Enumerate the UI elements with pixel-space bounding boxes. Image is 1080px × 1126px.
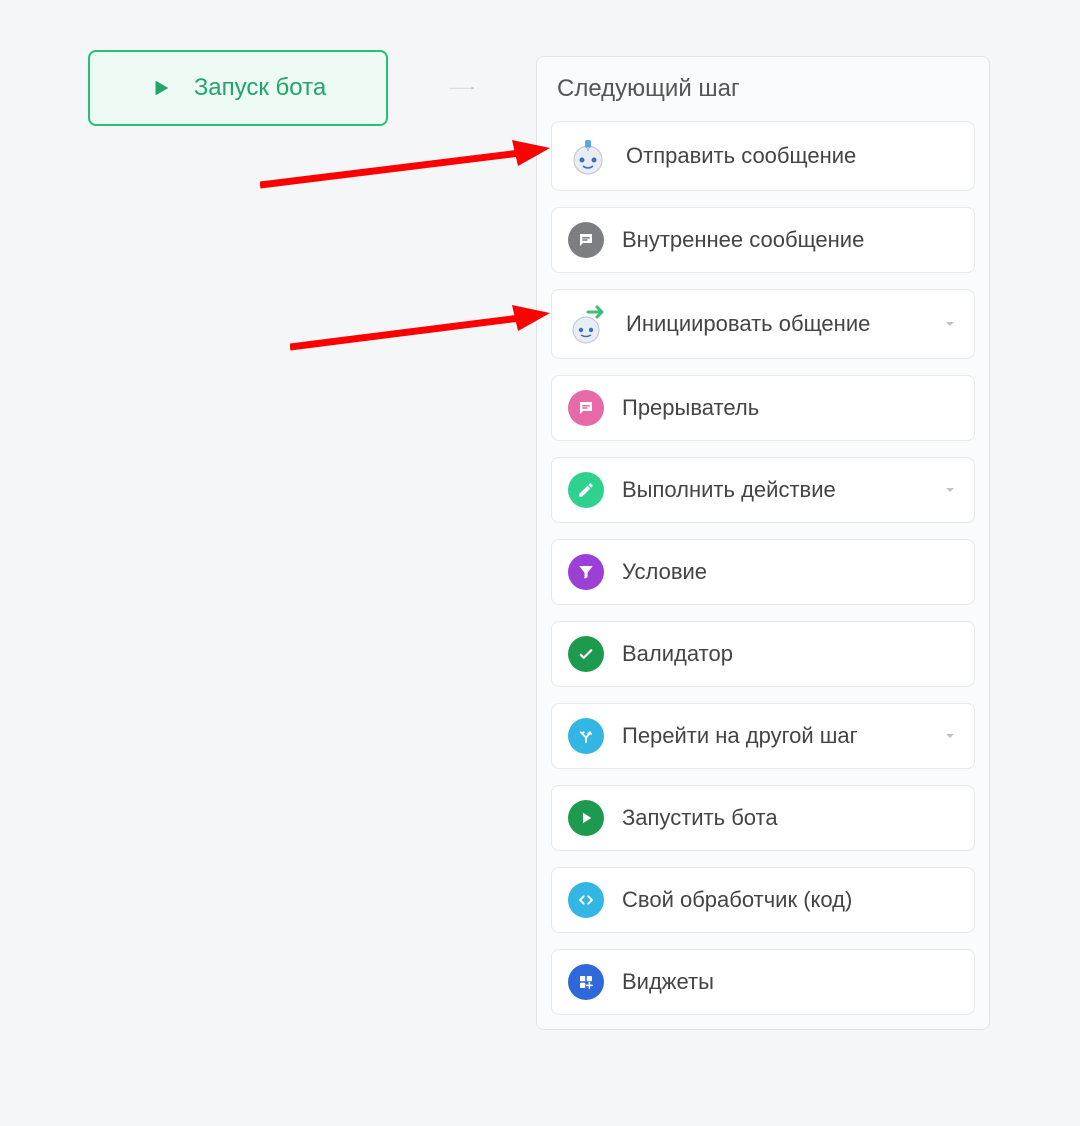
option-do-action[interactable]: Выполнить действие bbox=[551, 457, 975, 523]
option-widgets[interactable]: Виджеты bbox=[551, 949, 975, 1015]
option-label: Отправить сообщение bbox=[626, 143, 856, 169]
option-send-message[interactable]: Отправить сообщение bbox=[551, 121, 975, 191]
branch-icon bbox=[568, 718, 604, 754]
code-icon bbox=[568, 882, 604, 918]
option-validator[interactable]: Валидатор bbox=[551, 621, 975, 687]
chevron-down-icon bbox=[942, 316, 958, 332]
funnel-icon bbox=[568, 554, 604, 590]
next-step-panel: Следующий шаг Отправить сообщение Внутре bbox=[536, 56, 990, 1030]
chat-icon bbox=[568, 222, 604, 258]
robot-icon bbox=[568, 136, 608, 176]
option-initiate-communication[interactable]: Инициировать общение bbox=[551, 289, 975, 359]
check-icon bbox=[568, 636, 604, 672]
chevron-down-icon bbox=[942, 482, 958, 498]
option-goto-step[interactable]: Перейти на другой шаг bbox=[551, 703, 975, 769]
connector-arrow-icon bbox=[388, 88, 536, 90]
robot-arrow-icon bbox=[568, 304, 608, 344]
option-label: Виджеты bbox=[622, 969, 714, 995]
option-label: Условие bbox=[622, 559, 707, 585]
option-label: Перейти на другой шаг bbox=[622, 723, 858, 749]
option-condition[interactable]: Условие bbox=[551, 539, 975, 605]
option-interrupter[interactable]: Прерыватель bbox=[551, 375, 975, 441]
annotation-arrow-2-icon bbox=[290, 305, 550, 355]
option-run-bot[interactable]: Запустить бота bbox=[551, 785, 975, 851]
option-label: Прерыватель bbox=[622, 395, 759, 421]
option-label: Валидатор bbox=[622, 641, 733, 667]
option-label: Внутреннее сообщение bbox=[622, 227, 864, 253]
chat-icon bbox=[568, 390, 604, 426]
play-icon bbox=[150, 77, 172, 99]
option-label: Инициировать общение bbox=[626, 311, 870, 337]
pencil-icon bbox=[568, 472, 604, 508]
option-label: Свой обработчик (код) bbox=[622, 887, 852, 913]
chevron-down-icon bbox=[942, 728, 958, 744]
option-label: Выполнить действие bbox=[622, 477, 836, 503]
play-icon bbox=[568, 800, 604, 836]
annotation-arrow-1-icon bbox=[260, 140, 550, 190]
option-label: Запустить бота bbox=[622, 805, 778, 831]
start-bot-label: Запуск бота bbox=[194, 74, 326, 102]
start-bot-node[interactable]: Запуск бота bbox=[88, 50, 388, 126]
panel-title: Следующий шаг bbox=[557, 75, 969, 103]
option-custom-handler[interactable]: Свой обработчик (код) bbox=[551, 867, 975, 933]
option-internal-message[interactable]: Внутреннее сообщение bbox=[551, 207, 975, 273]
widgets-icon bbox=[568, 964, 604, 1000]
